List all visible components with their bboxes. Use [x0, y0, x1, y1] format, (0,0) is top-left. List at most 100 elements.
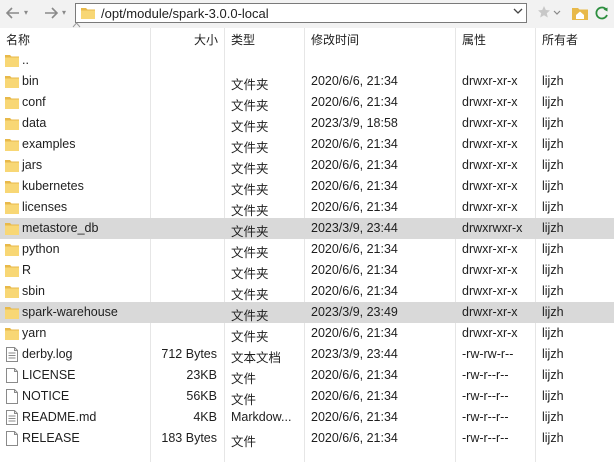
file-name: LICENSE	[22, 368, 76, 382]
file-size: 183 Bytes	[161, 431, 217, 445]
file-type: Markdow...	[231, 410, 292, 424]
arrow-right-icon	[45, 7, 59, 19]
forward-history-dropdown[interactable]: ▾	[62, 6, 70, 20]
home-folder-icon	[572, 8, 588, 20]
file-modified: 2020/6/6, 21:34	[311, 326, 398, 340]
file-row[interactable]: jars 文件夹 2020/6/6, 21:34 drwxr-xr-x lijzh	[0, 155, 614, 176]
file-row[interactable]: metastore_db 文件夹 2023/3/9, 23:44 drwxrwxr-x…	[0, 218, 614, 239]
folder-icon	[5, 118, 19, 130]
file-name: derby.log	[22, 347, 73, 361]
file-owner: lijzh	[542, 95, 564, 109]
file-owner: lijzh	[542, 137, 564, 151]
file-modified: 2020/6/6, 21:34	[311, 242, 398, 256]
file-attributes: drwxr-xr-x	[462, 263, 518, 277]
file-type: 文件	[231, 393, 257, 407]
file-attributes: drwxrwxr-x	[462, 221, 523, 235]
file-name: conf	[22, 95, 46, 109]
column-modified[interactable]: 修改时间	[311, 31, 359, 48]
file-row[interactable]: yarn 文件夹 2020/6/6, 21:34 drwxr-xr-x lijzh	[0, 323, 614, 344]
file-type: 文件	[231, 372, 257, 386]
folder-icon	[5, 223, 19, 235]
file-type: 文本文档	[231, 351, 282, 365]
file-name: sbin	[22, 284, 45, 298]
file-row[interactable]: licenses 文件夹 2020/6/6, 21:34 drwxr-xr-x lijz…	[0, 197, 614, 218]
bookmark-button[interactable]	[537, 5, 561, 21]
file-attributes: drwxr-xr-x	[462, 305, 518, 319]
file-row[interactable]: NOTICE 56KB 文件 2020/6/6, 21:34 -rw-r--r-- lij…	[0, 386, 614, 407]
address-bar[interactable]: /opt/module/spark-3.0.0-local	[75, 3, 527, 23]
file-size: 712 Bytes	[161, 347, 217, 361]
folder-icon	[81, 8, 95, 19]
folder-icon	[5, 307, 19, 319]
file-attributes: -rw-r--r--	[462, 368, 509, 382]
address-dropdown[interactable]	[510, 4, 526, 22]
file-owner: lijzh	[542, 242, 564, 256]
file-modified: 2023/3/9, 18:58	[311, 116, 398, 130]
file-owner: lijzh	[542, 305, 564, 319]
file-attributes: drwxr-xr-x	[462, 158, 518, 172]
file-row[interactable]: conf 文件夹 2020/6/6, 21:34 drwxr-xr-x lijzh	[0, 92, 614, 113]
file-icon	[6, 368, 18, 383]
file-name: python	[22, 242, 60, 256]
file-row[interactable]: README.md 4KB Markdow... 2020/6/6, 21:34 -rw…	[0, 407, 614, 428]
column-type[interactable]: 类型	[231, 31, 255, 48]
file-modified: 2020/6/6, 21:34	[311, 368, 398, 382]
file-modified: 2020/6/6, 21:34	[311, 284, 398, 298]
file-row[interactable]: spark-warehouse 文件夹 2023/3/9, 23:49 drwxr-x…	[0, 302, 614, 323]
file-attributes: -rw-rw-r--	[462, 347, 514, 361]
file-row[interactable]: R 文件夹 2020/6/6, 21:34 drwxr-xr-x lijzh	[0, 260, 614, 281]
file-name: R	[22, 263, 32, 277]
file-owner: lijzh	[542, 410, 564, 424]
file-row[interactable]: kubernetes 文件夹 2020/6/6, 21:34 drwxr-xr-x li…	[0, 176, 614, 197]
refresh-icon	[595, 6, 608, 20]
column-attributes[interactable]: 属性	[462, 31, 486, 48]
file-owner: lijzh	[542, 263, 564, 277]
file-row[interactable]: derby.log 712 Bytes 文本文档 2023/3/9, 23:44 -rw…	[0, 344, 614, 365]
file-name: RELEASE	[22, 431, 80, 445]
file-row[interactable]: sbin 文件夹 2020/6/6, 21:34 drwxr-xr-x lijzh	[0, 281, 614, 302]
file-type: 文件夹	[231, 141, 269, 155]
file-modified: 2023/3/9, 23:44	[311, 347, 398, 361]
file-row[interactable]: LICENSE 23KB 文件 2020/6/6, 21:34 -rw-r--r-- li…	[0, 365, 614, 386]
file-attributes: drwxr-xr-x	[462, 95, 518, 109]
column-owner[interactable]: 所有者	[542, 31, 578, 48]
file-modified: 2020/6/6, 21:34	[311, 431, 398, 445]
file-name: yarn	[22, 326, 47, 340]
address-path: /opt/module/spark-3.0.0-local	[101, 6, 269, 21]
file-name: examples	[22, 137, 76, 151]
home-button[interactable]	[571, 5, 589, 21]
file-name: ..	[22, 53, 29, 67]
file-type: 文件夹	[231, 162, 269, 176]
file-type: 文件夹	[231, 99, 269, 113]
file-modified: 2020/6/6, 21:34	[311, 74, 398, 88]
forward-button[interactable]	[42, 4, 60, 22]
column-size[interactable]: 大小	[194, 31, 218, 48]
back-button[interactable]	[4, 4, 22, 22]
star-icon	[538, 6, 561, 18]
file-row[interactable]: examples 文件夹 2020/6/6, 21:34 drwxr-xr-x lijz…	[0, 134, 614, 155]
folder-icon	[5, 265, 19, 277]
file-owner: lijzh	[542, 284, 564, 298]
folder-icon	[5, 55, 19, 67]
file-row[interactable]: python 文件夹 2020/6/6, 21:34 drwxr-xr-x lijzh	[0, 239, 614, 260]
file-type: 文件夹	[231, 183, 269, 197]
folder-icon	[5, 286, 19, 298]
file-name: licenses	[22, 200, 68, 214]
file-name: spark-warehouse	[22, 305, 118, 319]
folder-icon	[5, 202, 19, 214]
file-modified: 2023/3/9, 23:44	[311, 221, 398, 235]
back-history-dropdown[interactable]: ▾	[24, 6, 32, 20]
folder-icon	[5, 244, 19, 256]
file-owner: lijzh	[542, 326, 564, 340]
file-row[interactable]: data 文件夹 2023/3/9, 18:58 drwxr-xr-x lijzh	[0, 113, 614, 134]
column-name[interactable]: 名称	[6, 31, 30, 48]
file-row[interactable]: RELEASE 183 Bytes 文件 2020/6/6, 21:34 -rw-r--…	[0, 428, 614, 449]
refresh-button[interactable]	[593, 5, 611, 21]
file-type: 文件夹	[231, 267, 269, 281]
file-attributes: drwxr-xr-x	[462, 284, 518, 298]
file-modified: 2020/6/6, 21:34	[311, 200, 398, 214]
file-row[interactable]: ..	[0, 50, 614, 71]
file-modified: 2020/6/6, 21:34	[311, 410, 398, 424]
text-file-icon	[6, 410, 18, 425]
file-row[interactable]: bin 文件夹 2020/6/6, 21:34 drwxr-xr-x lijzh	[0, 71, 614, 92]
